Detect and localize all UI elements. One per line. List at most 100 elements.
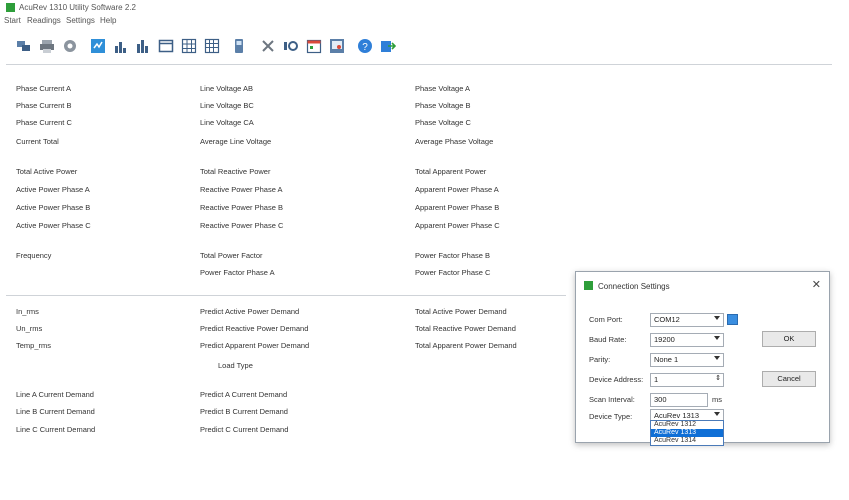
device-type-value: AcuRev 1313 bbox=[654, 411, 700, 420]
screen-icon[interactable] bbox=[329, 38, 345, 54]
reading-label: Active Power Phase C bbox=[16, 221, 91, 230]
device-type-option-selected[interactable]: AcuRev 1313 bbox=[651, 429, 723, 437]
connection-settings-dialog: Connection Settings ✕ Com Port: COM12 Ba… bbox=[575, 271, 830, 446]
reading-label: Phase Current B bbox=[16, 101, 72, 110]
device-address-stepper[interactable]: 1 ⇕ bbox=[650, 373, 724, 387]
demand-label: Predict C Current Demand bbox=[200, 425, 289, 434]
reading-label: Active Power Phase A bbox=[16, 185, 90, 194]
device-type-label: Device Type: bbox=[589, 412, 633, 421]
bar-chart-2-icon[interactable] bbox=[135, 38, 151, 54]
scan-interval-input[interactable]: 300 bbox=[650, 393, 708, 407]
export-icon[interactable] bbox=[380, 38, 396, 54]
device-address-label: Device Address: bbox=[589, 375, 644, 384]
reading-label: Reactive Power Phase A bbox=[200, 185, 283, 194]
reading-label: Phase Current A bbox=[16, 84, 72, 93]
refresh-ports-icon[interactable] bbox=[727, 314, 738, 325]
scan-interval-value: 300 bbox=[654, 395, 667, 404]
toolbar: ? bbox=[0, 34, 849, 60]
app-title: AcuRev 1310 Utility Software 2.2 bbox=[19, 3, 136, 12]
io-icon[interactable] bbox=[283, 38, 299, 54]
reading-label: Apparent Power Phase C bbox=[415, 221, 500, 230]
reading-label: Apparent Power Phase B bbox=[415, 203, 500, 212]
menu-help[interactable]: Help bbox=[100, 16, 116, 25]
grid-2-icon[interactable] bbox=[204, 38, 220, 54]
calendar-icon[interactable] bbox=[306, 38, 322, 54]
printer-icon[interactable] bbox=[39, 38, 55, 54]
reading-label: Active Power Phase B bbox=[16, 203, 91, 212]
demand-label: Total Apparent Power Demand bbox=[415, 341, 517, 350]
chevron-down-icon bbox=[714, 356, 720, 360]
menu-start[interactable]: Start bbox=[4, 16, 21, 25]
section-divider bbox=[6, 295, 566, 296]
parity-select[interactable]: None 1 bbox=[650, 353, 724, 367]
reading-label: Power Factor Phase C bbox=[415, 268, 491, 277]
device-type-option[interactable]: AcuRev 1312 bbox=[651, 421, 723, 429]
demand-label: Predict Active Power Demand bbox=[200, 307, 300, 316]
reading-label: Phase Current C bbox=[16, 118, 72, 127]
baud-rate-value: 19200 bbox=[654, 335, 675, 344]
bar-chart-icon[interactable] bbox=[113, 38, 129, 54]
dialog-title: Connection Settings bbox=[598, 282, 670, 291]
reading-label: Reactive Power Phase C bbox=[200, 221, 284, 230]
demand-label: Line A Current Demand bbox=[16, 390, 94, 399]
network-icon[interactable] bbox=[16, 38, 32, 54]
baud-rate-label: Baud Rate: bbox=[589, 335, 627, 344]
title-bar: AcuRev 1310 Utility Software 2.2 bbox=[0, 0, 849, 14]
reading-label: Average Phase Voltage bbox=[415, 137, 494, 146]
cancel-button[interactable]: Cancel bbox=[762, 371, 816, 387]
demand-label: Line C Current Demand bbox=[16, 425, 96, 434]
svg-text:?: ? bbox=[362, 42, 368, 53]
demand-label: Total Reactive Power Demand bbox=[415, 324, 516, 333]
tools-icon[interactable] bbox=[260, 38, 276, 54]
demand-label: In_rms bbox=[16, 307, 39, 316]
menu-settings[interactable]: Settings bbox=[66, 16, 95, 25]
demand-label: Load Type bbox=[218, 361, 253, 370]
demand-label: Predict A Current Demand bbox=[200, 390, 288, 399]
demand-label: Line B Current Demand bbox=[16, 407, 95, 416]
reading-label: Phase Voltage A bbox=[415, 84, 471, 93]
device-address-value: 1 bbox=[654, 375, 659, 384]
reading-label: Current Total bbox=[16, 137, 59, 146]
parity-value: None 1 bbox=[654, 355, 679, 364]
reading-label: Average Line Voltage bbox=[200, 137, 272, 146]
reading-label: Reactive Power Phase B bbox=[200, 203, 283, 212]
parity-label: Parity: bbox=[589, 355, 611, 364]
app-logo-icon bbox=[584, 281, 593, 290]
stepper-arrows-icon[interactable]: ⇕ bbox=[715, 374, 721, 382]
reading-label: Total Power Factor bbox=[200, 251, 263, 260]
demand-label: Predict Reactive Power Demand bbox=[200, 324, 309, 333]
window-icon[interactable] bbox=[158, 38, 174, 54]
close-icon[interactable]: ✕ bbox=[812, 278, 821, 291]
demand-label: Total Active Power Demand bbox=[415, 307, 507, 316]
reading-label: Total Apparent Power bbox=[415, 167, 487, 176]
baud-rate-select[interactable]: 19200 bbox=[650, 333, 724, 347]
chevron-down-icon bbox=[714, 316, 720, 320]
gear-icon[interactable] bbox=[62, 38, 78, 54]
app-logo-icon bbox=[6, 3, 15, 12]
demand-label: Predict B Current Demand bbox=[200, 407, 288, 416]
com-port-select[interactable]: COM12 bbox=[650, 313, 724, 327]
ok-button[interactable]: OK bbox=[762, 331, 816, 347]
reading-label: Line Voltage AB bbox=[200, 84, 253, 93]
chevron-down-icon bbox=[714, 336, 720, 340]
demand-label: Temp_rms bbox=[16, 341, 52, 350]
reading-label: Apparent Power Phase A bbox=[415, 185, 499, 194]
help-icon[interactable]: ? bbox=[357, 38, 373, 54]
com-port-value: COM12 bbox=[654, 315, 680, 324]
reading-label: Total Active Power bbox=[16, 167, 78, 176]
reading-label: Line Voltage BC bbox=[200, 101, 254, 110]
grid-icon[interactable] bbox=[181, 38, 197, 54]
device-type-option[interactable]: AcuRev 1314 bbox=[651, 437, 723, 445]
scan-interval-unit: ms bbox=[712, 395, 722, 404]
demand-label: Predict Apparent Power Demand bbox=[200, 341, 310, 350]
reading-label: Power Factor Phase B bbox=[415, 251, 491, 260]
device-type-dropdown-list: AcuRev 1312 AcuRev 1313 AcuRev 1314 bbox=[650, 420, 724, 446]
reading-label: Total Reactive Power bbox=[200, 167, 271, 176]
reading-label: Line Voltage CA bbox=[200, 118, 254, 127]
device-icon[interactable] bbox=[231, 38, 247, 54]
reading-label: Phase Voltage C bbox=[415, 118, 471, 127]
menu-readings[interactable]: Readings bbox=[27, 16, 61, 25]
com-port-label: Com Port: bbox=[589, 315, 623, 324]
reading-label: Phase Voltage B bbox=[415, 101, 471, 110]
realtime-icon[interactable] bbox=[90, 38, 106, 54]
